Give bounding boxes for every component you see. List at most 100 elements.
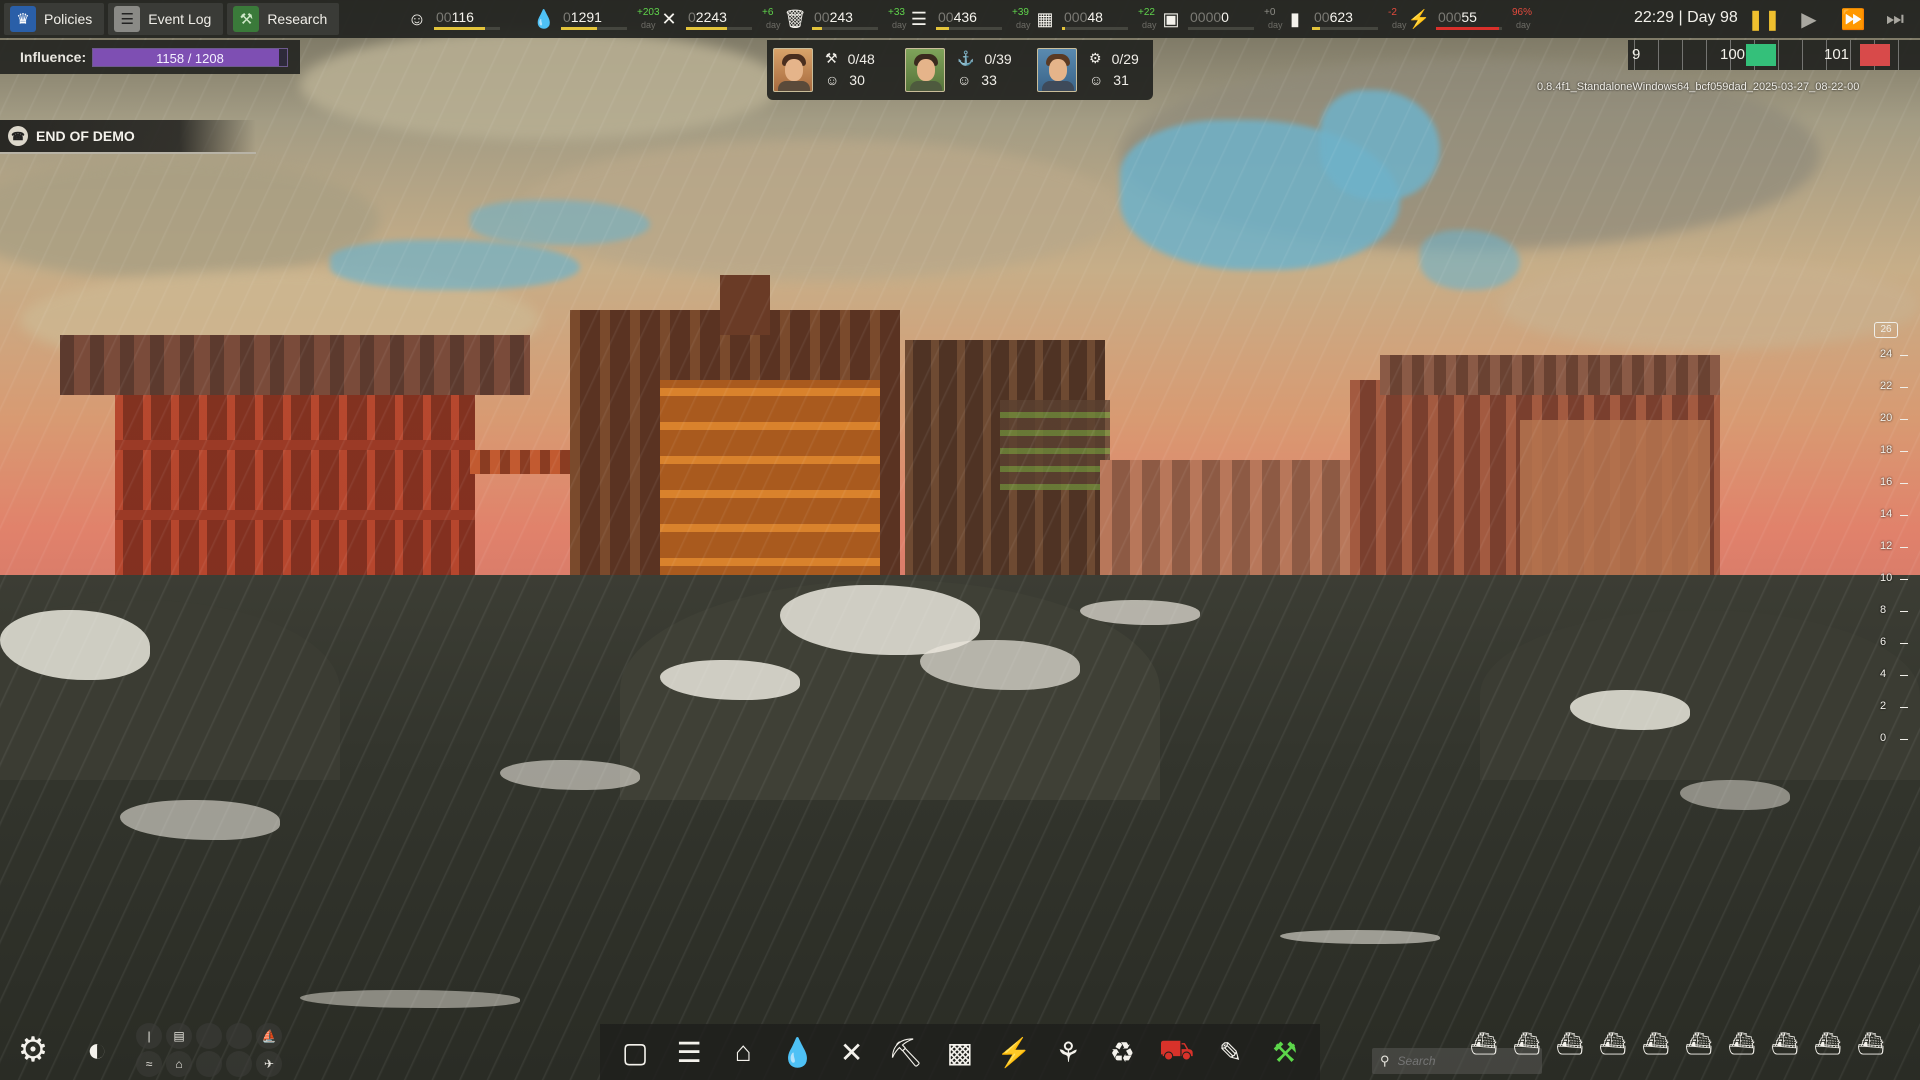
blank-icon[interactable] [196, 1051, 222, 1077]
cart-icon[interactable]: ⛏ [884, 1030, 928, 1074]
boat-icon[interactable]: ⛴ [1466, 1026, 1502, 1062]
resource-power[interactable]: ⚡ 00055 96% day [1407, 3, 1532, 35]
resource-scrap[interactable]: 🗑 00243 +33 day [784, 3, 907, 35]
select-area-icon[interactable]: ▢ [613, 1030, 657, 1074]
resource-wood[interactable]: ☰ 00436 +39 day [908, 3, 1031, 35]
worker-dock[interactable]: ⚓ 0/39 ☺ 33 [899, 48, 1019, 94]
fastest-icon[interactable]: ⏭ [1880, 6, 1910, 32]
boat-icon[interactable]: ⛴ [1810, 1026, 1846, 1062]
overlay-toggle-icon[interactable]: ◐ [72, 1025, 122, 1075]
timeline-current-marker [1746, 44, 1776, 66]
mood-icon: ☺ [1089, 72, 1104, 88]
wave-scale-line [1900, 419, 1908, 420]
plane-icon[interactable]: ✈ [256, 1051, 282, 1077]
boat-icon[interactable]: ⛴ [1552, 1026, 1588, 1062]
wave-icon[interactable]: ≈ [136, 1051, 162, 1077]
quick-toggles: | ▤ ⛵ ≈ ⌂ ✈ [136, 1023, 284, 1077]
lightning-icon[interactable]: ⚡ [992, 1030, 1036, 1074]
influence-label: Influence: [20, 49, 87, 65]
gear-icon[interactable]: ⚙ [8, 1025, 58, 1075]
fuel-icon: ▮ [1290, 8, 1300, 29]
factory-icon[interactable]: ▩ [938, 1030, 982, 1074]
power-icon: ⚡ [1407, 8, 1431, 29]
scientist-portrait [1037, 48, 1077, 92]
wave-scale-line [1900, 451, 1908, 452]
fast-forward-icon[interactable]: ⏩ [1838, 6, 1868, 32]
wave-scale-tick: 20 [1880, 412, 1893, 424]
food-cutlery-icon[interactable]: ✕ [830, 1030, 874, 1074]
wave-scale-tick: 18 [1880, 444, 1893, 456]
boat-icon[interactable]: ⛴ [1509, 1026, 1545, 1062]
influence-panel: Influence: 1158 / 1208 [0, 40, 300, 74]
boat-list: ⛴ ⛴ ⛴ ⛴ ⛴ ⛴ ⛴ ⛴ ⛴ ⛴ [1466, 1026, 1889, 1062]
boat-icon[interactable]: ⛴ [1853, 1026, 1889, 1062]
resource-goods[interactable]: ▣ 00000 +0 day [1160, 3, 1283, 35]
event-log-button[interactable]: ☰ Event Log [108, 3, 224, 35]
worker-builders[interactable]: ⚒ 0/48 ☺ 30 [767, 48, 887, 94]
policies-button[interactable]: ♛ Policies [4, 3, 105, 35]
blank-icon[interactable] [226, 1051, 252, 1077]
wave-scale-line [1900, 643, 1908, 644]
fabric-icon: ▦ [1036, 8, 1054, 29]
rain-overlay [0, 0, 1920, 1080]
research-button[interactable]: ⚒ Research [227, 3, 340, 35]
water-drop-icon[interactable]: 💧 [775, 1030, 819, 1074]
resource-population[interactable]: ☺ 00116 [406, 3, 504, 35]
wave-scale-line [1900, 579, 1908, 580]
ship-icon[interactable]: ⛵ [256, 1023, 282, 1049]
play-icon[interactable]: ▶ [1794, 6, 1824, 32]
info-icon[interactable]: | [136, 1023, 162, 1049]
wave-scale-tick: 10 [1880, 572, 1893, 584]
boat-icon[interactable]: ⛴ [1681, 1026, 1717, 1062]
resource-fabric[interactable]: ▦ 00048 +22 day [1034, 3, 1157, 35]
builder-portrait [773, 48, 813, 92]
search-icon: ⚲ [1380, 1053, 1390, 1068]
boat-icon[interactable]: ⛴ [1724, 1026, 1760, 1062]
game-viewport[interactable] [0, 0, 1920, 1080]
wave-scale-top: 26 [1874, 322, 1898, 338]
plant-icon[interactable]: ⚘ [1046, 1030, 1090, 1074]
wave-scale-tick: 22 [1880, 380, 1893, 392]
wave-height-scale: 26 24 22 20 18 16 14 12 10 8 6 4 2 0 [1850, 322, 1910, 762]
research-label: Research [267, 11, 328, 27]
game-clock: 22:29 | Day 98 [1634, 9, 1738, 26]
timeline-left: 9 [1632, 46, 1641, 63]
boat-icon[interactable]: ⛴ [1595, 1026, 1631, 1062]
resource-food[interactable]: ✕ 02243 +6 day [658, 3, 781, 35]
storm-warning-icon[interactable] [1860, 44, 1890, 66]
end-of-demo-label: END OF DEMO [36, 128, 135, 144]
alert-icon: ☎ [8, 126, 28, 146]
boat-icon[interactable]: ⛴ [1638, 1026, 1674, 1062]
build-menu: ▢ ☰ ⌂ 💧 ✕ ⛏ ▩ ⚡ ⚘ ♻ ⛟ ✎ ⚒ [600, 1024, 1320, 1080]
pause-icon[interactable]: ❚❚ [1747, 6, 1781, 32]
bulldozer-icon[interactable]: ⛟ [1154, 1030, 1198, 1074]
resource-water[interactable]: 💧 01291 +203 day [533, 3, 660, 35]
wave-scale-line [1900, 355, 1908, 356]
influence-value: 1158 / 1208 [156, 51, 224, 66]
blank-icon[interactable] [226, 1023, 252, 1049]
platform-icon[interactable]: ☰ [667, 1030, 711, 1074]
event-log-label: Event Log [148, 11, 212, 27]
hammer-icon[interactable]: ⚒ [1263, 1030, 1307, 1074]
wave-scale-tick: 8 [1880, 604, 1887, 616]
bottom-left-controls: ⚙ ◐ | ▤ ⛵ ≈ ⌂ ✈ [8, 1023, 284, 1077]
forecast-timeline[interactable]: 9 100 101 [1628, 40, 1920, 70]
blank-icon[interactable] [196, 1023, 222, 1049]
worker-scientists[interactable]: ⚙ 0/29 ☺ 31 [1031, 48, 1151, 94]
wood-icon: ☰ [910, 8, 928, 29]
paint-brush-icon[interactable]: ✎ [1209, 1030, 1253, 1074]
boat-icon[interactable]: ⛴ [1767, 1026, 1803, 1062]
wave-scale-line [1900, 547, 1908, 548]
goods-icon: ▣ [1162, 8, 1180, 29]
recycle-icon[interactable]: ♻ [1100, 1030, 1144, 1074]
end-of-demo-banner[interactable]: ☎ END OF DEMO [0, 120, 256, 154]
resource-fuel[interactable]: ▮ 00623 -2 day [1284, 3, 1407, 35]
wave-scale-line [1900, 515, 1908, 516]
building-icon[interactable]: ⌂ [166, 1051, 192, 1077]
card-icon[interactable]: ▤ [166, 1023, 192, 1049]
timeline-mid: 100 [1720, 46, 1746, 63]
house-icon[interactable]: ⌂ [721, 1030, 765, 1074]
wave-scale-line [1900, 387, 1908, 388]
influence-bar[interactable]: 1158 / 1208 [92, 48, 288, 67]
population-icon: ☺ [407, 8, 427, 29]
